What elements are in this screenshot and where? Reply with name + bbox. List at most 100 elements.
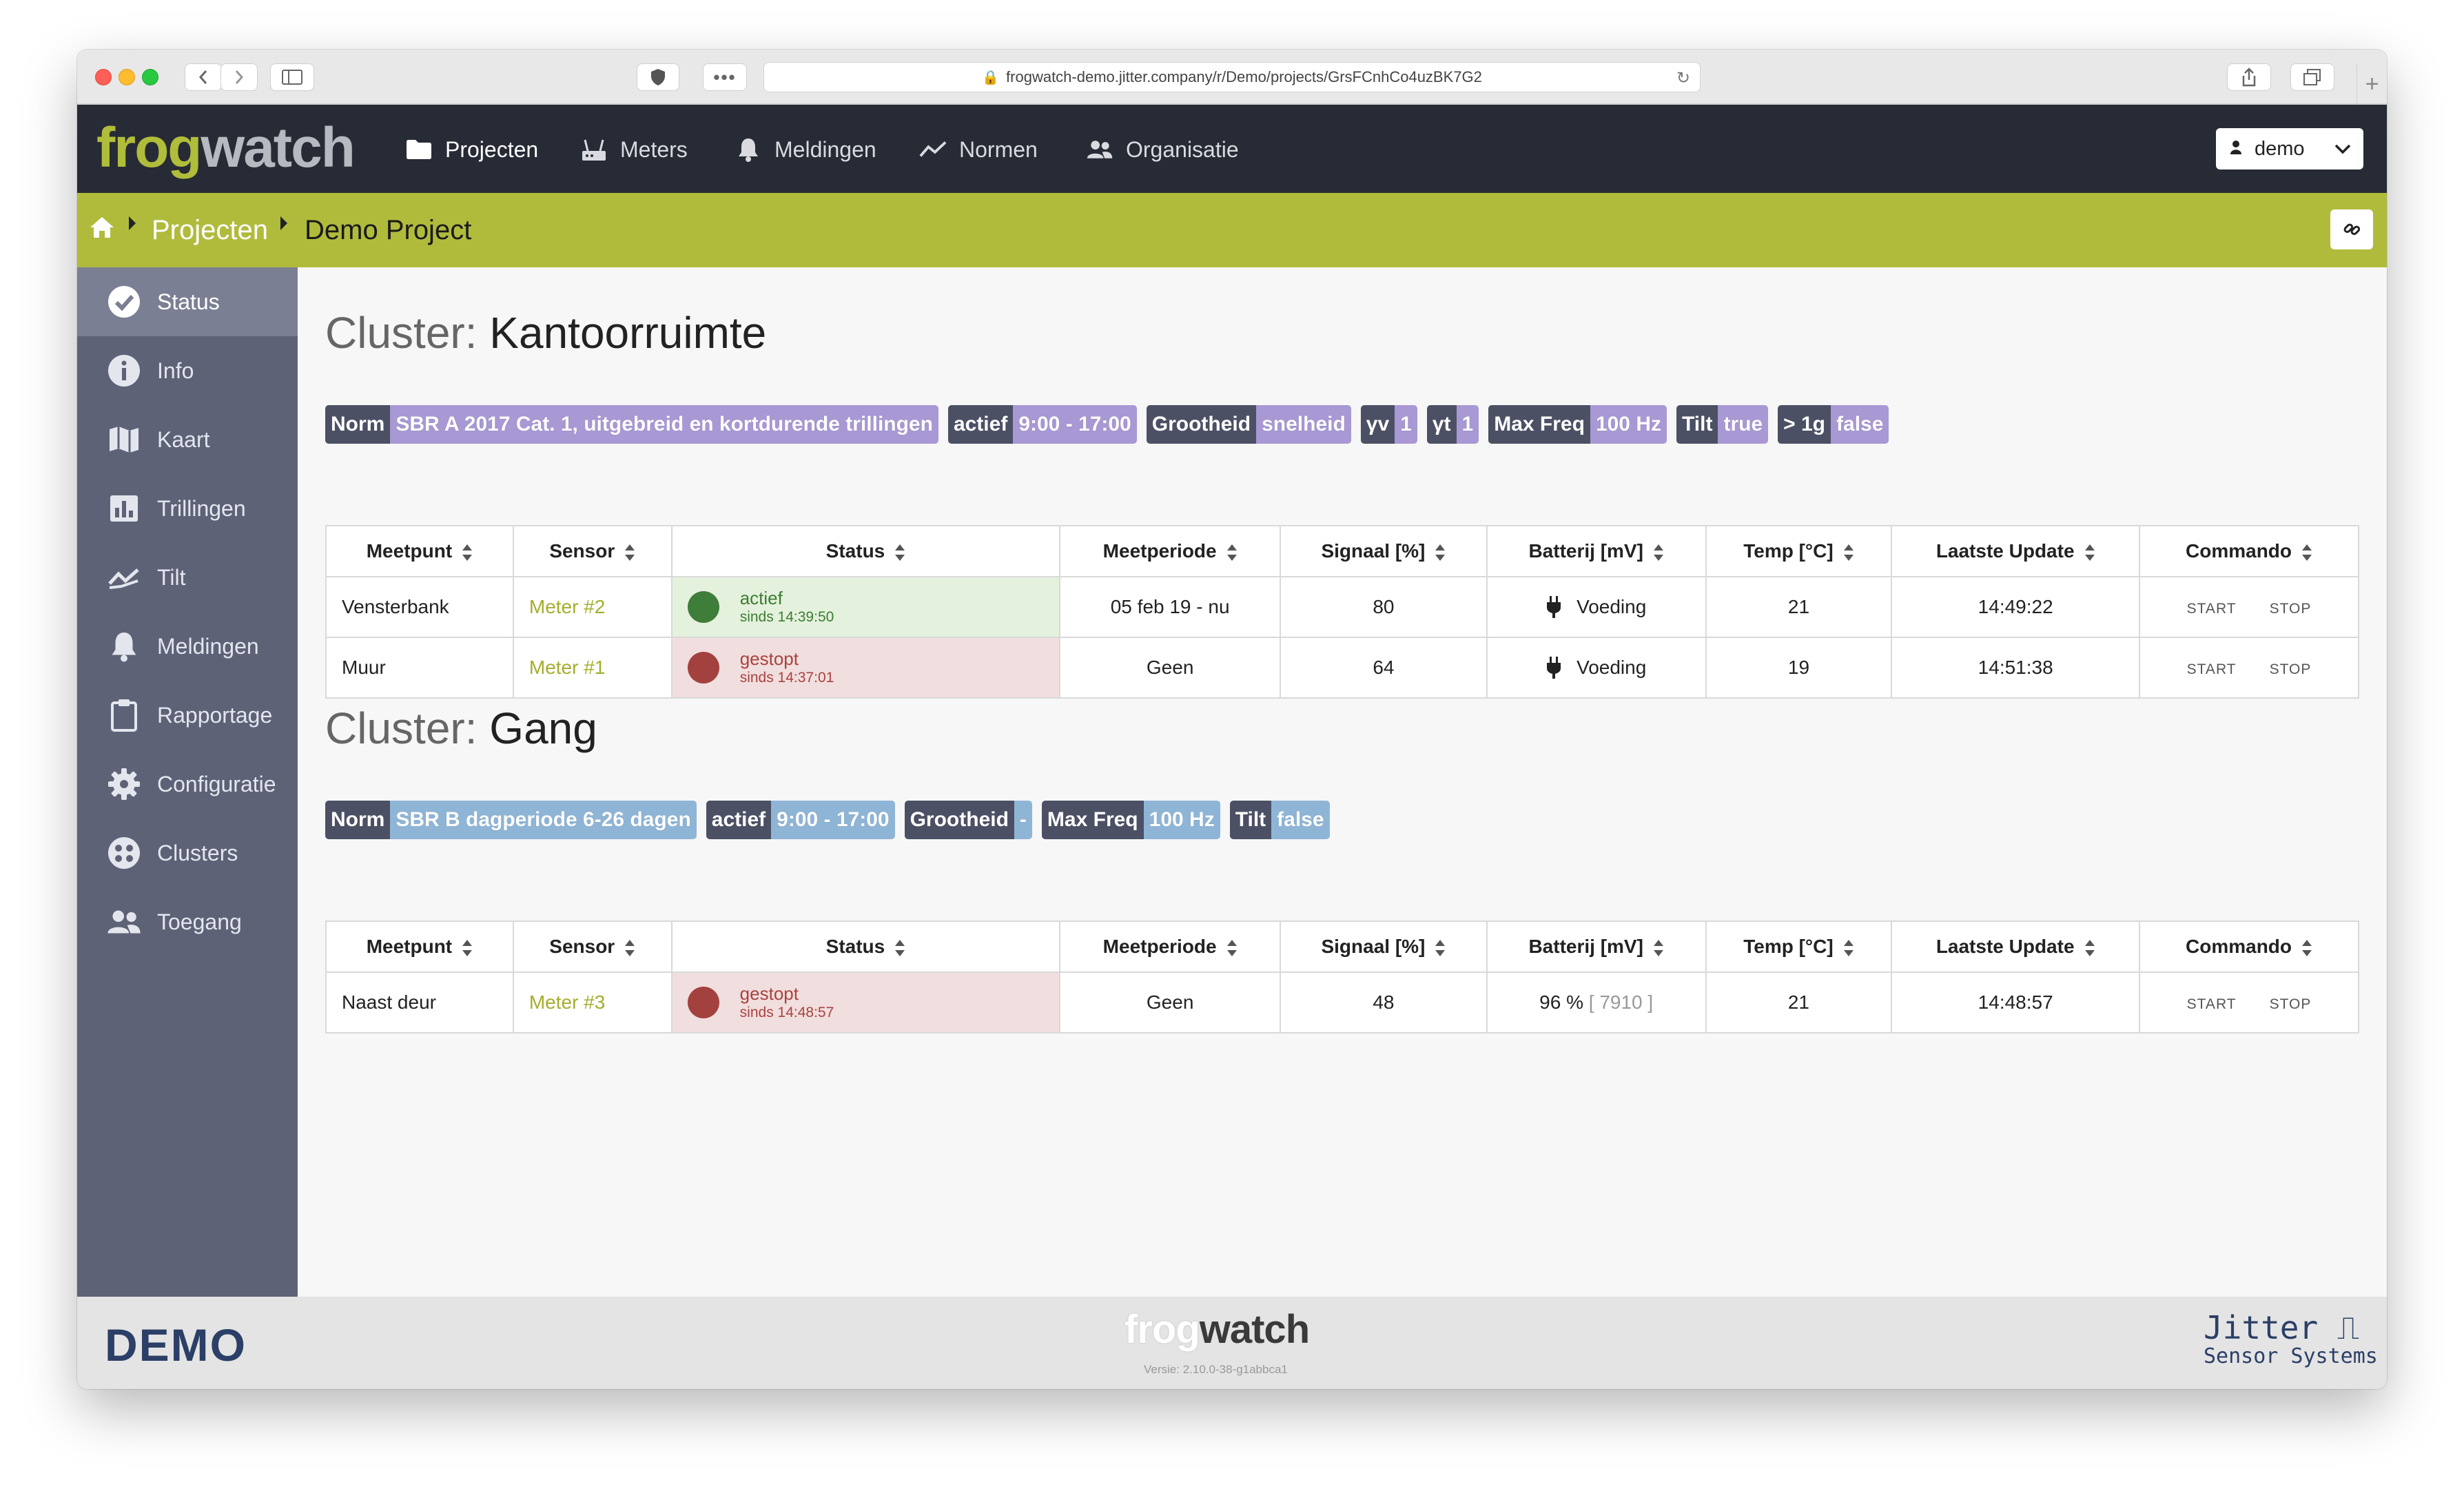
sidebar-icon [282, 70, 302, 85]
forward-button[interactable] [220, 63, 258, 91]
share-icon [2242, 68, 2256, 87]
status-since: sinds 14:48:57 [739, 1005, 834, 1020]
cell-signaal: 80 [1280, 576, 1488, 638]
sidebar-item-tilt[interactable]: Tilt [77, 543, 298, 612]
tabs-overview-button[interactable] [2290, 63, 2334, 91]
sidebar-item-configuratie[interactable]: Configuratie [77, 750, 298, 819]
sort-icon [1226, 939, 1237, 956]
sidebar-item-kaart[interactable]: Kaart [77, 405, 298, 474]
nav-organisatie[interactable]: Organisatie [1086, 132, 1239, 167]
cell-sensor[interactable]: Meter #1 [512, 637, 673, 699]
column-header[interactable]: Meetpunt [325, 525, 514, 577]
tag-grootheid: Grootheid snelheid [1146, 405, 1351, 444]
sidebar-item-meldingen[interactable]: Meldingen [77, 612, 298, 681]
share-button[interactable] [2227, 63, 2271, 91]
column-header[interactable]: Signaal [%] [1280, 525, 1488, 577]
sidebar-item-toegang[interactable]: Toegang [77, 887, 298, 956]
cell-meetpunt: Vensterbank [325, 576, 514, 638]
breadcrumb-home[interactable] [88, 215, 116, 240]
sort-icon [1226, 544, 1237, 561]
column-header[interactable]: Batterij [mV] [1486, 921, 1707, 973]
start-button[interactable]: START [2187, 996, 2237, 1012]
extensions-button[interactable]: ••• [703, 63, 747, 91]
cell-status: gestopt sinds 14:37:01 [670, 637, 1061, 699]
sensor-link[interactable]: Meter #3 [529, 991, 606, 1013]
column-header[interactable]: Batterij [mV] [1486, 525, 1707, 577]
tag-max-freq: Max Freq 100 Hz [1488, 405, 1667, 444]
column-header[interactable]: Sensor [512, 525, 673, 577]
nav-projecten[interactable]: Projecten [405, 132, 538, 167]
plug-icon [1547, 657, 1561, 679]
nav-meters[interactable]: Meters [580, 132, 688, 167]
cluster-title: Cluster: Kantoorruimte [325, 307, 766, 358]
reload-icon[interactable]: ↻ [1676, 68, 1690, 88]
frogwatch-logo[interactable]: frogwatch [96, 117, 356, 179]
column-header[interactable]: Signaal [%] [1280, 921, 1488, 973]
column-header[interactable]: Commando [2139, 525, 2359, 577]
cell-sensor[interactable]: Meter #3 [512, 971, 673, 1034]
sort-icon [1843, 939, 1854, 956]
column-header[interactable]: Laatste Update [1891, 921, 2141, 973]
column-header[interactable]: Meetperiode [1059, 921, 1282, 973]
column-header[interactable]: Status [670, 525, 1061, 577]
tilt-icon [106, 559, 142, 595]
sidebar-item-status[interactable]: Status [77, 267, 298, 336]
cluster-title-prefix: Cluster: [325, 308, 478, 358]
sidebar-item-trillingen[interactable]: Trillingen [77, 474, 298, 543]
cell-laatste-update: 14:48:57 [1891, 971, 2141, 1034]
sidebar-item-clusters[interactable]: Clusters [77, 819, 298, 887]
info-icon [106, 353, 142, 389]
column-header[interactable]: Meetperiode [1059, 525, 1282, 577]
column-header[interactable]: Laatste Update [1891, 525, 2141, 577]
stop-button[interactable]: STOP [2270, 661, 2312, 677]
table-header-row: Meetpunt Sensor Status Meetperiode Signa… [325, 525, 2359, 577]
cell-sensor[interactable]: Meter #2 [512, 576, 673, 638]
status-dot-active [687, 591, 719, 623]
maximize-window-button[interactable] [142, 69, 158, 85]
new-tab-button[interactable]: + [2357, 63, 2387, 105]
breadcrumb-projecten[interactable]: Projecten [152, 215, 268, 246]
column-header[interactable]: Sensor [512, 921, 673, 973]
stop-button[interactable]: STOP [2270, 601, 2312, 617]
breadcrumb: Projecten Demo Project [77, 193, 2387, 267]
nav-normen-label: Normen [959, 136, 1038, 162]
main-content: Cluster: Kantoorruimte Norm SBR A 2017 Ca… [298, 267, 2387, 1297]
stop-button[interactable]: STOP [2270, 996, 2312, 1012]
nav-meldingen-label: Meldingen [774, 136, 876, 162]
sidebar-item-label: Configuratie [157, 771, 276, 796]
sidebar-item-label: Trillingen [157, 495, 246, 521]
nav-normen[interactable]: Normen [919, 132, 1038, 167]
tabs-icon [2303, 69, 2321, 85]
copy-link-button[interactable] [2330, 209, 2373, 249]
user-menu-button[interactable]: demo [2216, 128, 2363, 169]
minimize-window-button[interactable] [119, 69, 135, 85]
column-header[interactable]: Meetpunt [325, 921, 514, 973]
sort-icon [2084, 544, 2095, 561]
cell-status: actief sinds 14:39:50 [670, 576, 1061, 638]
start-button[interactable]: START [2187, 661, 2237, 677]
footer-frogwatch-logo: frogwatch [1125, 1307, 1310, 1352]
column-header[interactable]: Temp [°C] [1705, 921, 1893, 973]
sidebar-item-rapportage[interactable]: Rapportage [77, 681, 298, 750]
version-text: Versie: 2.10.0-38-g1abbca1 [1144, 1363, 1288, 1376]
sensor-link[interactable]: Meter #1 [529, 657, 606, 678]
sort-icon [2302, 544, 2312, 561]
column-header[interactable]: Commando [2139, 921, 2359, 973]
battery-percent: 96 % [1539, 991, 1583, 1013]
privacy-shield-button[interactable] [637, 63, 679, 91]
cluster-tags: Norm SBR A 2017 Cat. 1, uitgebreid en kor… [325, 405, 1889, 444]
nav-meldingen[interactable]: Meldingen [735, 132, 876, 167]
sidebar-item-info[interactable]: Info [77, 336, 298, 405]
address-bar[interactable]: 🔒 frogwatch-demo.jitter.company/r/Demo/p… [763, 62, 1701, 92]
jitter-logo: Jitter ⎍ Sensor Systems [2204, 1309, 2378, 1368]
column-header[interactable]: Temp [°C] [1705, 525, 1893, 577]
column-header[interactable]: Status [670, 921, 1061, 973]
breadcrumb-current: Demo Project [305, 215, 472, 245]
sidebar-toggle-button[interactable] [270, 63, 314, 91]
sensor-link[interactable]: Meter #2 [529, 596, 606, 617]
close-window-button[interactable] [95, 69, 112, 85]
link-icon [2343, 223, 2361, 236]
start-button[interactable]: START [2187, 601, 2237, 617]
top-navbar: frogwatch Projecten Meters Meldingen Nor… [77, 105, 2387, 193]
back-button[interactable] [185, 63, 222, 91]
